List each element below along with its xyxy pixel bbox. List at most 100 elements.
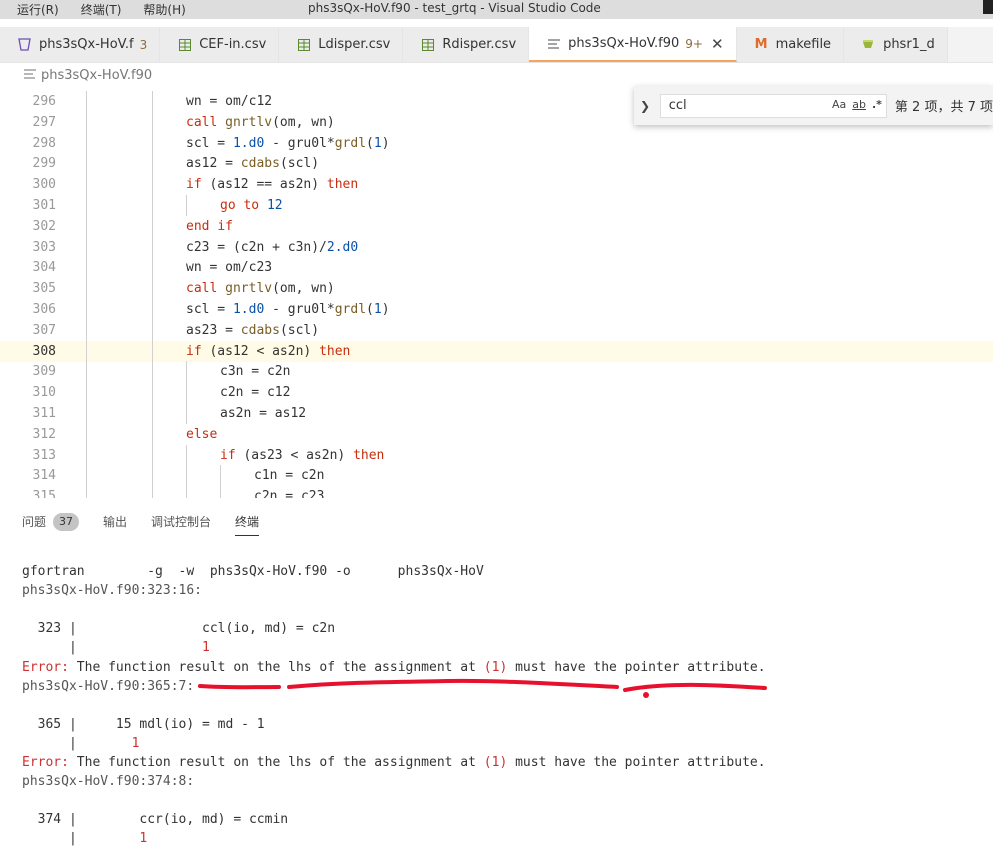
tab-label: 输出 <box>103 515 128 529</box>
tab-problem-badge: 9+ <box>685 36 703 51</box>
indent-guide <box>186 444 187 498</box>
code-line[interactable]: 302 end if <box>0 216 993 237</box>
tab-label: 调试控制台 <box>151 515 212 529</box>
terminal-line: gfortran -g -w phs3sQx-HoV.f90 -o phs3sQ… <box>22 564 484 579</box>
breadcrumb[interactable]: phs3sQx-HoV.f90 <box>24 66 152 84</box>
code-line[interactable]: 308 if (as12 < as2n) then <box>0 340 993 362</box>
code-line[interactable]: 303 c23 = (c2n + c3n)/2.d0 <box>0 237 993 258</box>
editor-tab-bar: phs3sQx-HoV.f 3 CEF-in.csv Ldisper.csv R… <box>0 27 993 63</box>
tab-rdisper-csv[interactable]: Rdisper.csv <box>403 27 530 62</box>
code-line[interactable]: 305 call gnrtlv(om, wn) <box>0 278 993 299</box>
code-line[interactable]: 314 c1n = c2n <box>0 465 993 486</box>
regex-toggle[interactable]: .* <box>872 98 882 111</box>
code-text: end if <box>186 218 233 234</box>
find-options: Aa ab .* <box>832 98 882 111</box>
code-line[interactable]: 298 scl = 1.d0 - gru0l*grdl(1) <box>0 133 993 154</box>
code-line[interactable]: 306 scl = 1.d0 - gru0l*grdl(1) <box>0 299 993 320</box>
code-line[interactable]: 315 c2n = c23 <box>0 486 993 498</box>
terminal-line: | 1 <box>22 735 140 751</box>
tab-problems[interactable]: 问题 37 <box>22 508 80 536</box>
indent-guide <box>186 361 187 424</box>
tab-label: Rdisper.csv <box>442 37 517 52</box>
code-text: else <box>186 426 218 442</box>
menu-help[interactable]: 帮助(H) <box>143 1 185 18</box>
panel-tab-bar: 问题 37 输出 调试控制台 终端 <box>0 508 993 536</box>
code-text: as2n = as12 <box>220 406 307 421</box>
line-number: 307 <box>32 322 56 338</box>
chevron-right-icon[interactable]: ❯ <box>640 99 660 113</box>
code-text: c2n = c12 <box>220 385 291 401</box>
tab-phs3sqx-hov-f[interactable]: phs3sQx-HoV.f 3 <box>0 27 161 62</box>
code-text: call gnrtlv(om, wn) <box>186 281 335 297</box>
tab-terminal[interactable]: 终端 <box>235 508 260 536</box>
tab-label: CEF-in.csv <box>199 37 267 52</box>
lines-file-icon <box>24 68 36 82</box>
code-text: c2n = c23 <box>254 489 325 498</box>
red-underline-annotation <box>198 678 767 698</box>
code-line[interactable]: 300 if (as12 == as2n) then <box>0 174 993 195</box>
tab-debug-console[interactable]: 调试控制台 <box>151 508 211 536</box>
terminal-line: | 1 <box>22 831 148 847</box>
code-line[interactable]: 310 c2n = c12 <box>0 382 993 403</box>
tab-problem-badge: 3 <box>139 37 148 52</box>
tab-label: phs3sQx-HoV.f90 <box>568 36 680 51</box>
code-line[interactable]: 311 as2n = as12 <box>0 403 993 424</box>
code-line[interactable]: 309 c3n = c2n <box>0 361 993 382</box>
find-result-count: 第 2 项，共 7 项 <box>894 100 993 115</box>
tab-phs3sqx-hov-f90[interactable]: phs3sQx-HoV.f90 9+ ✕ <box>529 27 737 62</box>
code-text: c3n = c2n <box>220 364 291 380</box>
close-icon[interactable]: ✕ <box>711 35 724 53</box>
code-text: wn = om/c23 <box>186 260 273 276</box>
code-text: if (as12 < as2n) then <box>186 343 351 359</box>
csv-file-icon <box>297 38 310 51</box>
code-text: scl = 1.d0 - gru0l*grdl(1) <box>186 302 390 317</box>
line-number: 298 <box>32 135 56 151</box>
line-number: 308 <box>32 343 56 359</box>
tab-cef-in-csv[interactable]: CEF-in.csv <box>160 27 280 62</box>
tab-label: 问题 <box>22 515 47 529</box>
line-number: 305 <box>32 281 56 297</box>
code-editor[interactable]: 296 wn = om/c12 297 call gnrtlv(om, wn) 298 s… <box>0 91 993 498</box>
line-number: 303 <box>32 239 56 255</box>
code-text: wn = om/c12 <box>186 94 273 109</box>
tab-output[interactable]: 输出 <box>103 508 127 536</box>
menu-run[interactable]: 运行(R) <box>17 1 59 18</box>
line-number: 297 <box>32 114 56 130</box>
window-control[interactable] <box>983 0 993 14</box>
tab-makefile[interactable]: M makefile <box>736 27 845 62</box>
find-widget: ❯ ccl Aa ab .* 第 2 项，共 7 项 <box>634 86 993 125</box>
cup-file-icon <box>862 38 875 51</box>
code-text: if (as12 == as2n) then <box>186 177 359 193</box>
tab-label: makefile <box>775 37 832 52</box>
line-number: 310 <box>32 385 56 401</box>
line-number: 302 <box>32 218 56 234</box>
code-line[interactable]: 313 if (as23 < as2n) then <box>0 445 993 466</box>
line-number: 306 <box>32 302 56 317</box>
find-query: ccl <box>668 98 687 113</box>
tab-phsr1-d[interactable]: phsr1_d <box>844 27 948 62</box>
line-number: 313 <box>32 447 56 463</box>
terminal-line: phs3sQx-HoV.f90:374:8: <box>22 774 195 790</box>
code-text: if (as23 < as2n) then <box>220 447 385 463</box>
match-case-toggle[interactable]: Aa <box>832 98 846 111</box>
terminal-line: 374 | ccr(io, md) = ccmin <box>22 812 289 828</box>
tab-ldisper-csv[interactable]: Ldisper.csv <box>279 27 404 62</box>
line-number: 296 <box>32 94 56 109</box>
indent-guide <box>152 91 153 498</box>
line-number: 309 <box>32 364 56 380</box>
breadcrumb-file[interactable]: phs3sQx-HoV.f90 <box>41 68 152 83</box>
line-number: 315 <box>32 489 56 498</box>
code-line[interactable]: 301 go to 12 <box>0 195 993 216</box>
terminal-line: phs3sQx-HoV.f90:365:7: <box>22 678 195 694</box>
makefile-icon: M <box>754 37 768 52</box>
whole-word-toggle[interactable]: ab <box>852 98 866 111</box>
tab-label: Ldisper.csv <box>318 37 391 52</box>
code-line[interactable]: 307 as23 = cdabs(scl) <box>0 320 993 341</box>
code-line[interactable]: 304 wn = om/c23 <box>0 257 993 278</box>
code-line[interactable]: 312 else <box>0 424 993 445</box>
find-input[interactable]: ccl Aa ab .* <box>659 93 887 118</box>
code-line[interactable]: 299 as12 = cdabs(scl) <box>0 153 993 174</box>
menu-terminal[interactable]: 终端(T) <box>81 1 122 18</box>
line-number: 300 <box>32 177 56 193</box>
indent-guide <box>186 195 187 216</box>
